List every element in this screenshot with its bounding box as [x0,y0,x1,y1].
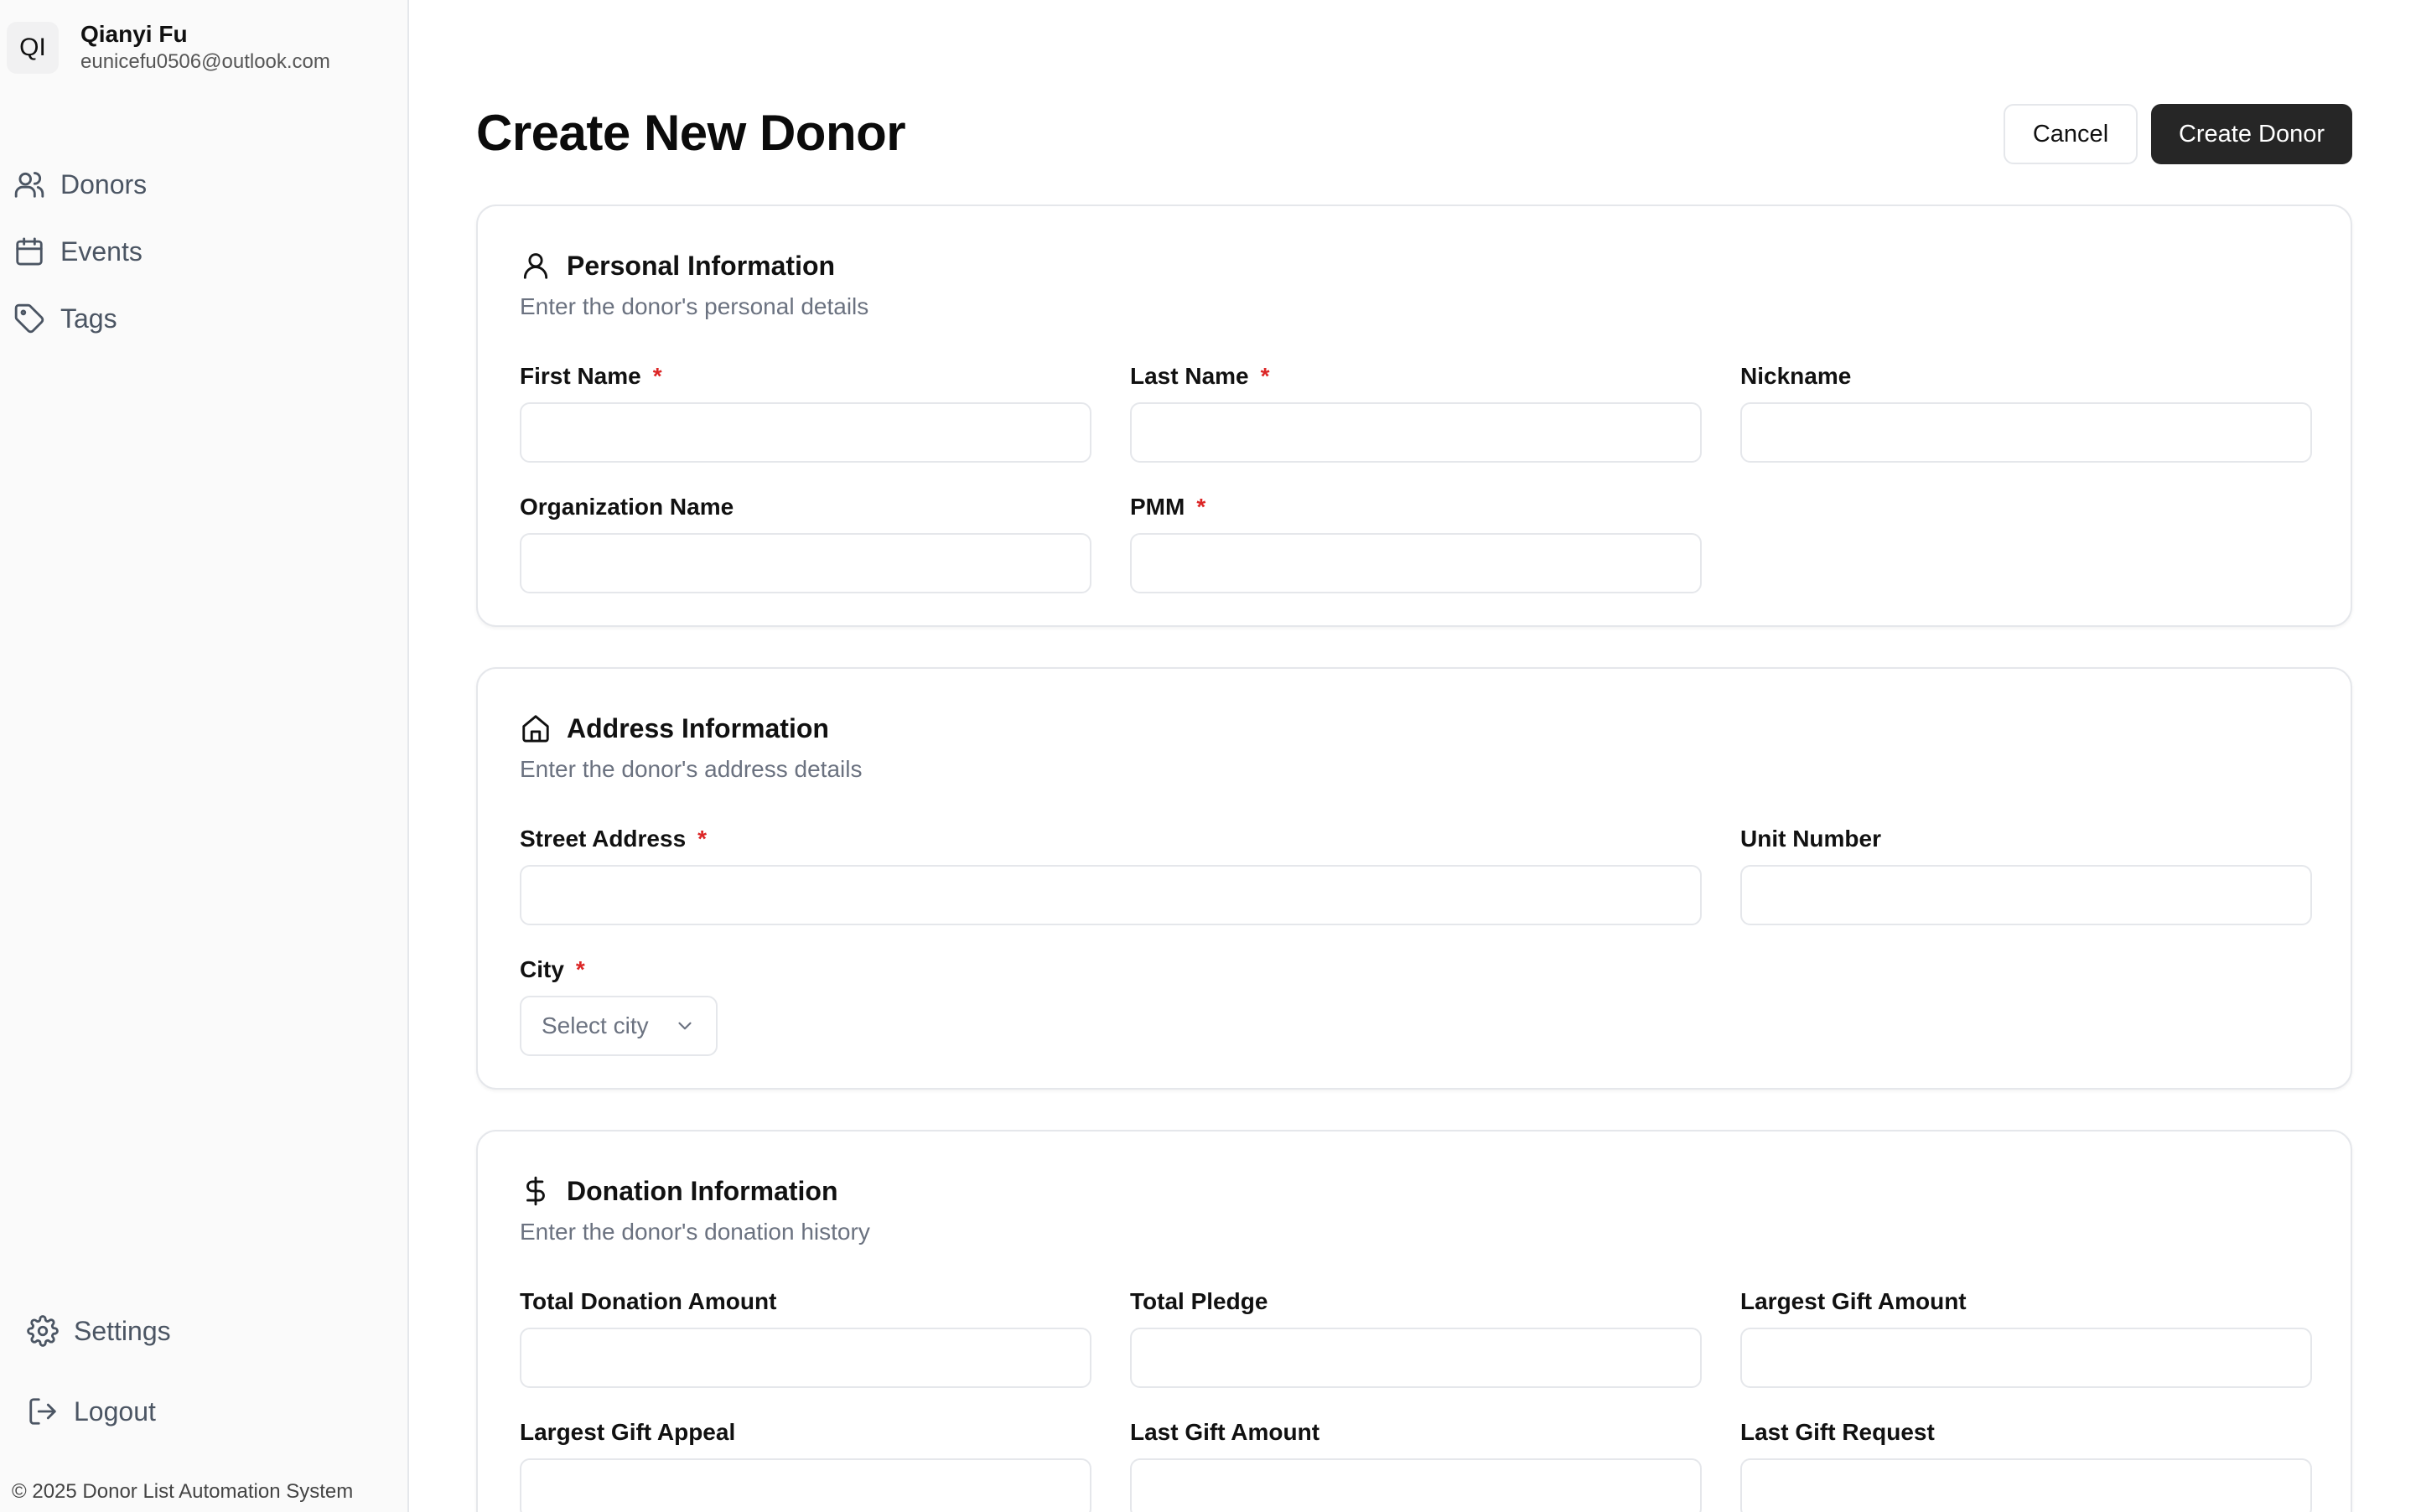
sidebar: QI Qianyi Fu eunicefu0506@outlook.com Do… [0,0,409,1512]
card-title-text: Donation Information [567,1175,838,1206]
last-gift-request-input[interactable] [1740,1458,2312,1512]
street-address-input[interactable] [520,865,1702,925]
field-label: Unit Number [1740,826,1881,852]
user-email: eunicefu0506@outlook.com [80,50,330,73]
sidebar-nav: Donors Events Tags [13,151,147,352]
city-select[interactable]: Select city [520,996,718,1056]
user-profile[interactable]: QI Qianyi Fu eunicefu0506@outlook.com [7,20,330,75]
largest-gift-appeal-input[interactable] [520,1458,1091,1512]
largest-gift-field: Largest Gift Amount [1740,1287,2312,1388]
first-name-field: First Name * [520,362,1091,463]
sidebar-item-donors[interactable]: Donors [13,151,147,218]
personal-info-card: Personal Information Enter the donor's p… [476,205,2352,627]
address-info-card: Address Information Enter the donor's ad… [476,667,2352,1090]
required-marker: * [697,826,708,852]
field-label: Organization Name [520,494,734,520]
sidebar-bottom-nav: Settings Logout [27,1291,171,1452]
first-name-input[interactable] [520,402,1091,463]
page-title: Create New Donor [476,105,906,161]
field-label: PMM * [1130,494,1206,520]
unit-number-input[interactable] [1740,865,2312,925]
user-icon [523,253,548,279]
sidebar-item-tags[interactable]: Tags [13,285,147,352]
total-donation-field: Total Donation Amount [520,1287,1091,1388]
total-pledge-input[interactable] [1130,1328,1702,1388]
field-label: Total Pledge [1130,1288,1268,1314]
total-donation-input[interactable] [520,1328,1091,1388]
last-gift-amount-field: Last Gift Amount [1130,1418,1702,1512]
field-label: Last Name * [1130,363,1270,389]
last-name-input[interactable] [1130,402,1702,463]
card-title: Address Information [520,712,829,744]
city-field: City * Select city [520,955,771,1056]
total-pledge-field: Total Pledge [1130,1287,1702,1388]
pmm-input[interactable] [1130,533,1702,593]
organization-name-input[interactable] [520,533,1091,593]
sidebar-item-events[interactable]: Events [13,218,147,285]
donation-info-card: Donation Information Enter the donor's d… [476,1130,2352,1512]
largest-gift-appeal-field: Largest Gift Appeal [520,1418,1091,1512]
user-name: Qianyi Fu [80,21,188,47]
sidebar-item-label: Tags [60,303,117,334]
city-select-placeholder: Select city [542,1012,649,1038]
required-marker: * [1196,494,1206,520]
field-label: Largest Gift Amount [1740,1288,1967,1314]
sidebar-item-label: Donors [60,168,148,199]
organization-name-field: Organization Name [520,493,1091,593]
field-label: Last Gift Request [1740,1419,1935,1445]
nickname-input[interactable] [1740,402,2312,463]
field-label: Last Gift Amount [1130,1419,1320,1445]
dollar-icon [526,1176,545,1206]
avatar: QI [7,22,59,74]
field-label: Largest Gift Appeal [520,1419,736,1445]
calendar-icon [16,237,43,266]
sidebar-item-settings[interactable]: Settings [27,1291,171,1371]
card-title-text: Address Information [567,712,829,743]
field-label: Street Address * [520,826,708,852]
users-icon [14,172,44,198]
field-label: First Name * [520,363,662,389]
card-title: Donation Information [520,1175,838,1207]
card-title-text: Personal Information [567,250,836,281]
chevron-down-icon [678,1022,692,1030]
field-label: Total Donation Amount [520,1288,777,1314]
required-marker: * [652,363,662,389]
card-description: Enter the donor's personal details [520,293,869,319]
home-icon [522,715,549,743]
app: QI Qianyi Fu eunicefu0506@outlook.com Do… [0,0,2421,1512]
create-donor-button[interactable]: Create Donor [2151,104,2352,164]
largest-gift-input[interactable] [1740,1328,2312,1388]
card-title: Personal Information [520,250,835,282]
tag-icon [14,303,44,334]
last-gift-amount-input[interactable] [1130,1458,1702,1512]
sidebar-item-label: Settings [74,1315,171,1346]
card-description: Enter the donor's donation history [520,1219,870,1245]
sidebar-item-logout[interactable]: Logout [27,1371,171,1452]
last-name-field: Last Name * [1130,362,1702,463]
cancel-button[interactable]: Cancel [2004,104,2138,164]
pmm-field: PMM * [1130,493,1702,593]
card-description: Enter the donor's address details [520,756,863,782]
main-content: Create New Donor Cancel Create Donor Per… [411,0,2421,1512]
sidebar-item-label: Logout [74,1395,156,1427]
street-address-field: Street Address * [520,825,1702,925]
logout-icon [29,1398,56,1425]
sidebar-item-label: Events [60,236,143,267]
gear-icon [27,1315,59,1347]
field-label: City * [520,956,585,982]
copyright-text: © 2025 Donor List Automation System [12,1480,354,1503]
nickname-field: Nickname [1740,362,2312,463]
last-gift-request-field: Last Gift Request [1740,1418,2312,1512]
required-marker: * [1260,363,1270,389]
unit-number-field: Unit Number [1740,825,2312,925]
field-label: Nickname [1740,363,1852,389]
required-marker: * [575,956,585,982]
